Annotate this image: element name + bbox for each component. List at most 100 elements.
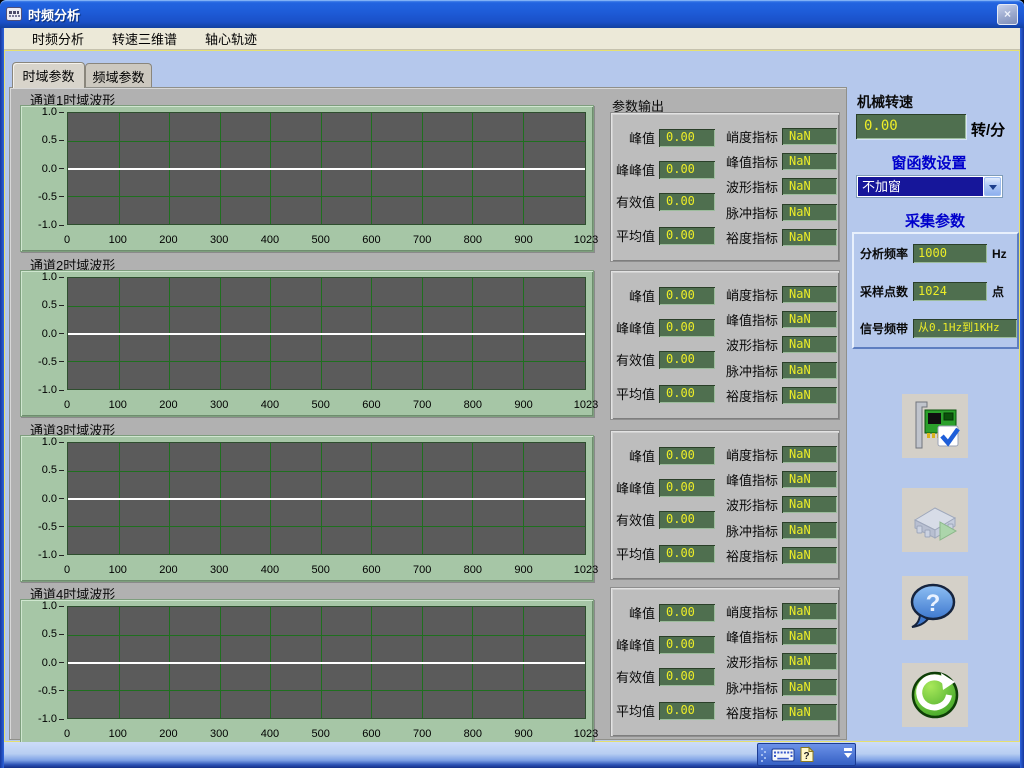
help-button[interactable]: ? — [902, 576, 968, 640]
drag-handle-icon[interactable] — [760, 746, 767, 764]
x-axis: 0 100 200 300 400 500 600 700 800 900 10… — [67, 725, 586, 743]
plot-area — [67, 606, 586, 719]
run-device-button-disabled[interactable] — [902, 488, 968, 552]
tab-freq-domain[interactable]: 频域参数 — [85, 63, 152, 88]
menu-item-shipin-fenxi[interactable]: 时频分析 — [18, 26, 98, 51]
shape-index-value: NaN — [782, 336, 837, 353]
rms-value: 0.00 — [659, 511, 715, 529]
peak-to-peak-value: 0.00 — [659, 636, 715, 654]
kurtosis-index-label: 峭度指标 — [717, 285, 778, 304]
y-tick-label: -0.5 — [38, 356, 64, 368]
mean-value: 0.00 — [659, 702, 715, 720]
acquisition-params-label: 采集参数 — [851, 210, 1019, 231]
time-domain-tab-page: 通道1时域波形 1.0 0.5 0.0 -0.5 -1.0 — [9, 87, 847, 740]
peak-to-peak-label: 峰峰值 — [613, 318, 655, 337]
mean-label: 平均值 — [613, 226, 655, 245]
svg-text:?: ? — [803, 751, 809, 762]
x-tick-label: 600 — [362, 234, 380, 246]
y-tick-label: -1.0 — [38, 384, 64, 396]
menu-bar: 时频分析 转速三维谱 轴心轨迹 — [4, 28, 1020, 50]
x-tick-label: 1023 — [574, 564, 598, 576]
language-bar-controls — [844, 748, 852, 762]
svg-text:?: ? — [926, 590, 941, 617]
x-tick-label: 800 — [464, 564, 482, 576]
waveform-chart-ch3[interactable]: 1.0 0.5 0.0 -0.5 -1.0 — [20, 435, 594, 582]
x-tick-label: 1023 — [574, 234, 598, 246]
analysis-freq-input[interactable]: 1000 — [913, 244, 987, 263]
y-tick-label: -1.0 — [38, 713, 64, 725]
plot-area — [67, 277, 586, 390]
waveform-chart-ch2[interactable]: 1.0 0.5 0.0 -0.5 -1.0 — [20, 270, 594, 417]
x-tick-label: 300 — [210, 564, 228, 576]
menu-item-zhuansu-sanweipu[interactable]: 转速三维谱 — [98, 26, 191, 51]
y-tick-label: 0.0 — [42, 493, 64, 505]
rms-value: 0.00 — [659, 193, 715, 211]
signal-band-label: 信号频带 — [860, 320, 908, 337]
y-axis: 1.0 0.5 0.0 -0.5 -1.0 — [21, 112, 65, 225]
y-tick-label: -0.5 — [38, 685, 64, 697]
chart-block-ch1: 通道1时域波形 1.0 0.5 0.0 -0.5 -1.0 — [20, 90, 594, 254]
x-tick-label: 0 — [64, 399, 70, 411]
x-tick-label: 600 — [362, 564, 380, 576]
sample-count-input[interactable]: 1024 — [913, 282, 987, 301]
rms-value: 0.00 — [659, 668, 715, 686]
margin-index-value: NaN — [782, 387, 837, 404]
peak-to-peak-label: 峰峰值 — [613, 635, 655, 654]
analysis-freq-unit: Hz — [992, 247, 1007, 261]
menu-item-zhouxin-guiji[interactable]: 轴心轨迹 — [191, 26, 271, 51]
x-tick-label: 0 — [64, 234, 70, 246]
crest-index-label: 峰值指标 — [717, 470, 778, 489]
x-tick-label: 200 — [159, 728, 177, 740]
zero-signal-line — [68, 333, 585, 335]
y-tick-label: -1.0 — [38, 219, 64, 231]
minimize-icon[interactable] — [844, 748, 852, 751]
x-tick-label: 200 — [159, 564, 177, 576]
kurtosis-index-value: NaN — [782, 446, 837, 463]
peak-to-peak-label: 峰峰值 — [613, 478, 655, 497]
y-axis: 1.0 0.5 0.0 -0.5 -1.0 — [21, 606, 65, 719]
ime-help-icon[interactable]: ? — [799, 746, 815, 763]
title-bar[interactable]: 时频分析 × — [0, 0, 1024, 28]
kurtosis-index-label: 峭度指标 — [717, 602, 778, 621]
y-tick-label: -1.0 — [38, 549, 64, 561]
zero-signal-line — [68, 168, 585, 170]
tab-time-domain[interactable]: 时域参数 — [12, 62, 85, 88]
keyboard-icon[interactable] — [771, 747, 795, 763]
shape-index-label: 波形指标 — [717, 495, 778, 514]
y-tick-label: 0.0 — [42, 163, 64, 175]
x-axis: 0 100 200 300 400 500 600 700 800 900 10… — [67, 231, 586, 249]
language-bar[interactable]: ? — [757, 743, 856, 766]
peak-label: 峰值 — [613, 603, 655, 622]
chart-block-ch3: 通道3时域波形 1.0 0.5 0.0 -0.5 -1.0 — [20, 420, 594, 584]
rms-label: 有效值 — [613, 350, 655, 369]
kurtosis-index-value: NaN — [782, 286, 837, 303]
x-tick-label: 100 — [109, 399, 127, 411]
sample-count-unit: 点 — [992, 283, 1004, 300]
machine-speed-unit: 转/分 — [971, 119, 1005, 140]
y-tick-label: 1.0 — [42, 106, 64, 118]
x-tick-label: 200 — [159, 399, 177, 411]
right-control-panel: 机械转速 0.00 转/分 窗函数设置 不加窗 采集参数 分析频率 1000 H… — [851, 51, 1021, 741]
window-function-dropdown[interactable]: 不加窗 — [856, 175, 1003, 198]
shape-index-label: 波形指标 — [717, 652, 778, 671]
chevron-down-icon[interactable] — [984, 177, 1001, 196]
close-button[interactable]: × — [997, 4, 1018, 25]
options-chevron-icon[interactable] — [844, 753, 852, 762]
refresh-button[interactable] — [902, 663, 968, 727]
mean-value: 0.00 — [659, 227, 715, 245]
peak-label: 峰值 — [613, 446, 655, 465]
x-tick-label: 900 — [514, 234, 532, 246]
mean-value: 0.00 — [659, 545, 715, 563]
crest-index-value: NaN — [782, 311, 837, 328]
waveform-chart-ch4[interactable]: 1.0 0.5 0.0 -0.5 -1.0 — [20, 599, 594, 746]
impulse-index-value: NaN — [782, 362, 837, 379]
x-tick-label: 700 — [413, 399, 431, 411]
peak-value: 0.00 — [659, 604, 715, 622]
impulse-index-value: NaN — [782, 522, 837, 539]
zero-signal-line — [68, 498, 585, 500]
waveform-chart-ch1[interactable]: 1.0 0.5 0.0 -0.5 -1.0 — [20, 105, 594, 252]
window-function-selected: 不加窗 — [858, 177, 983, 196]
daq-config-button[interactable] — [902, 394, 968, 458]
hgrid-line — [68, 526, 585, 527]
peak-label: 峰值 — [613, 128, 655, 147]
